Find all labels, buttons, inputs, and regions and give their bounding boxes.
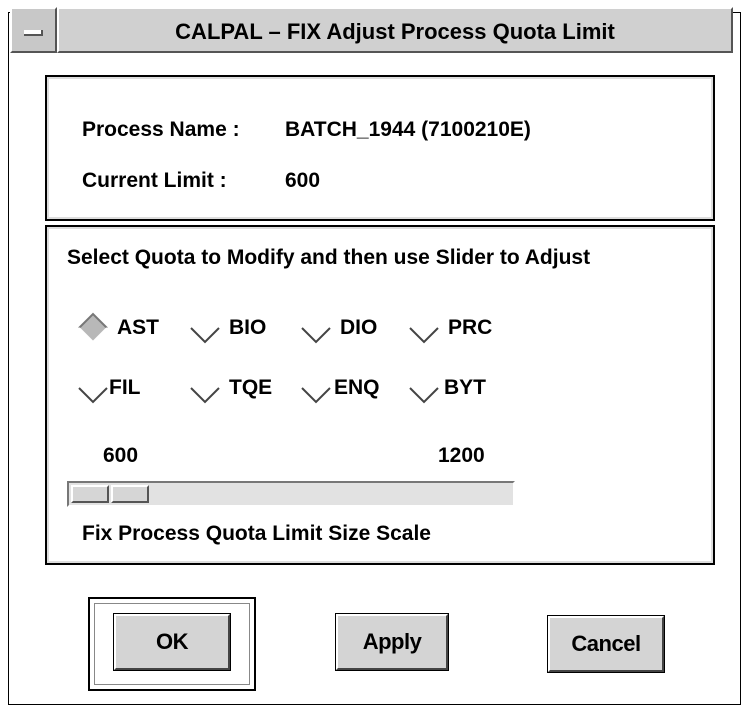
radio-byt[interactable]: BYT bbox=[404, 368, 514, 408]
slider-thumb-left bbox=[71, 485, 109, 503]
current-limit-value: 600 bbox=[285, 169, 321, 192]
radio-prc[interactable]: PRC bbox=[404, 308, 514, 348]
radio-diamond-icon bbox=[77, 372, 108, 404]
radio-diamond-icon bbox=[300, 312, 331, 344]
radio-ast[interactable]: AST bbox=[73, 308, 183, 348]
quota-slider[interactable] bbox=[67, 481, 515, 507]
radio-label: DIO bbox=[340, 316, 378, 339]
window-menu-icon bbox=[24, 30, 43, 36]
radio-fil[interactable]: FIL bbox=[73, 368, 183, 408]
ok-button[interactable]: OK bbox=[113, 613, 231, 671]
radio-diamond-icon bbox=[189, 372, 220, 404]
radio-label: ENQ bbox=[334, 376, 380, 399]
slider-thumb[interactable] bbox=[71, 485, 151, 503]
slider-thumb-right bbox=[111, 485, 149, 503]
radio-enq[interactable]: ENQ bbox=[296, 368, 406, 408]
title-area[interactable]: CALPAL – FIX Adjust Process Quota Limit bbox=[57, 7, 733, 53]
radio-tqe[interactable]: TQE bbox=[185, 368, 295, 408]
radio-diamond-icon bbox=[189, 312, 220, 344]
window-menu-button[interactable] bbox=[10, 7, 57, 53]
radio-label: AST bbox=[117, 316, 159, 339]
radio-diamond-icon bbox=[300, 372, 331, 404]
apply-button[interactable]: Apply bbox=[335, 613, 449, 671]
slider-caption: Fix Process Quota Limit Size Scale bbox=[82, 522, 431, 545]
radio-bio[interactable]: BIO bbox=[185, 308, 295, 348]
radio-label: FIL bbox=[109, 376, 141, 399]
quota-instruction: Select Quota to Modify and then use Slid… bbox=[67, 246, 591, 269]
radio-label: TQE bbox=[229, 376, 273, 399]
slider-min-label: 600 bbox=[103, 444, 139, 467]
radio-label: PRC bbox=[448, 316, 493, 339]
current-limit-label: Current Limit : bbox=[82, 169, 227, 192]
window-title: CALPAL – FIX Adjust Process Quota Limit bbox=[175, 19, 615, 44]
process-name-label: Process Name : bbox=[82, 118, 240, 141]
radio-label: BYT bbox=[444, 376, 486, 399]
slider-max-label: 1200 bbox=[438, 444, 485, 467]
radio-diamond-icon bbox=[408, 372, 439, 404]
radio-diamond-icon bbox=[77, 312, 108, 344]
radio-dio[interactable]: DIO bbox=[296, 308, 406, 348]
cancel-button[interactable]: Cancel bbox=[547, 615, 665, 673]
process-name-value: BATCH_1944 (7100210E) bbox=[285, 118, 531, 141]
process-info-panel bbox=[45, 75, 715, 221]
radio-label: BIO bbox=[229, 316, 267, 339]
radio-diamond-icon bbox=[408, 312, 439, 344]
